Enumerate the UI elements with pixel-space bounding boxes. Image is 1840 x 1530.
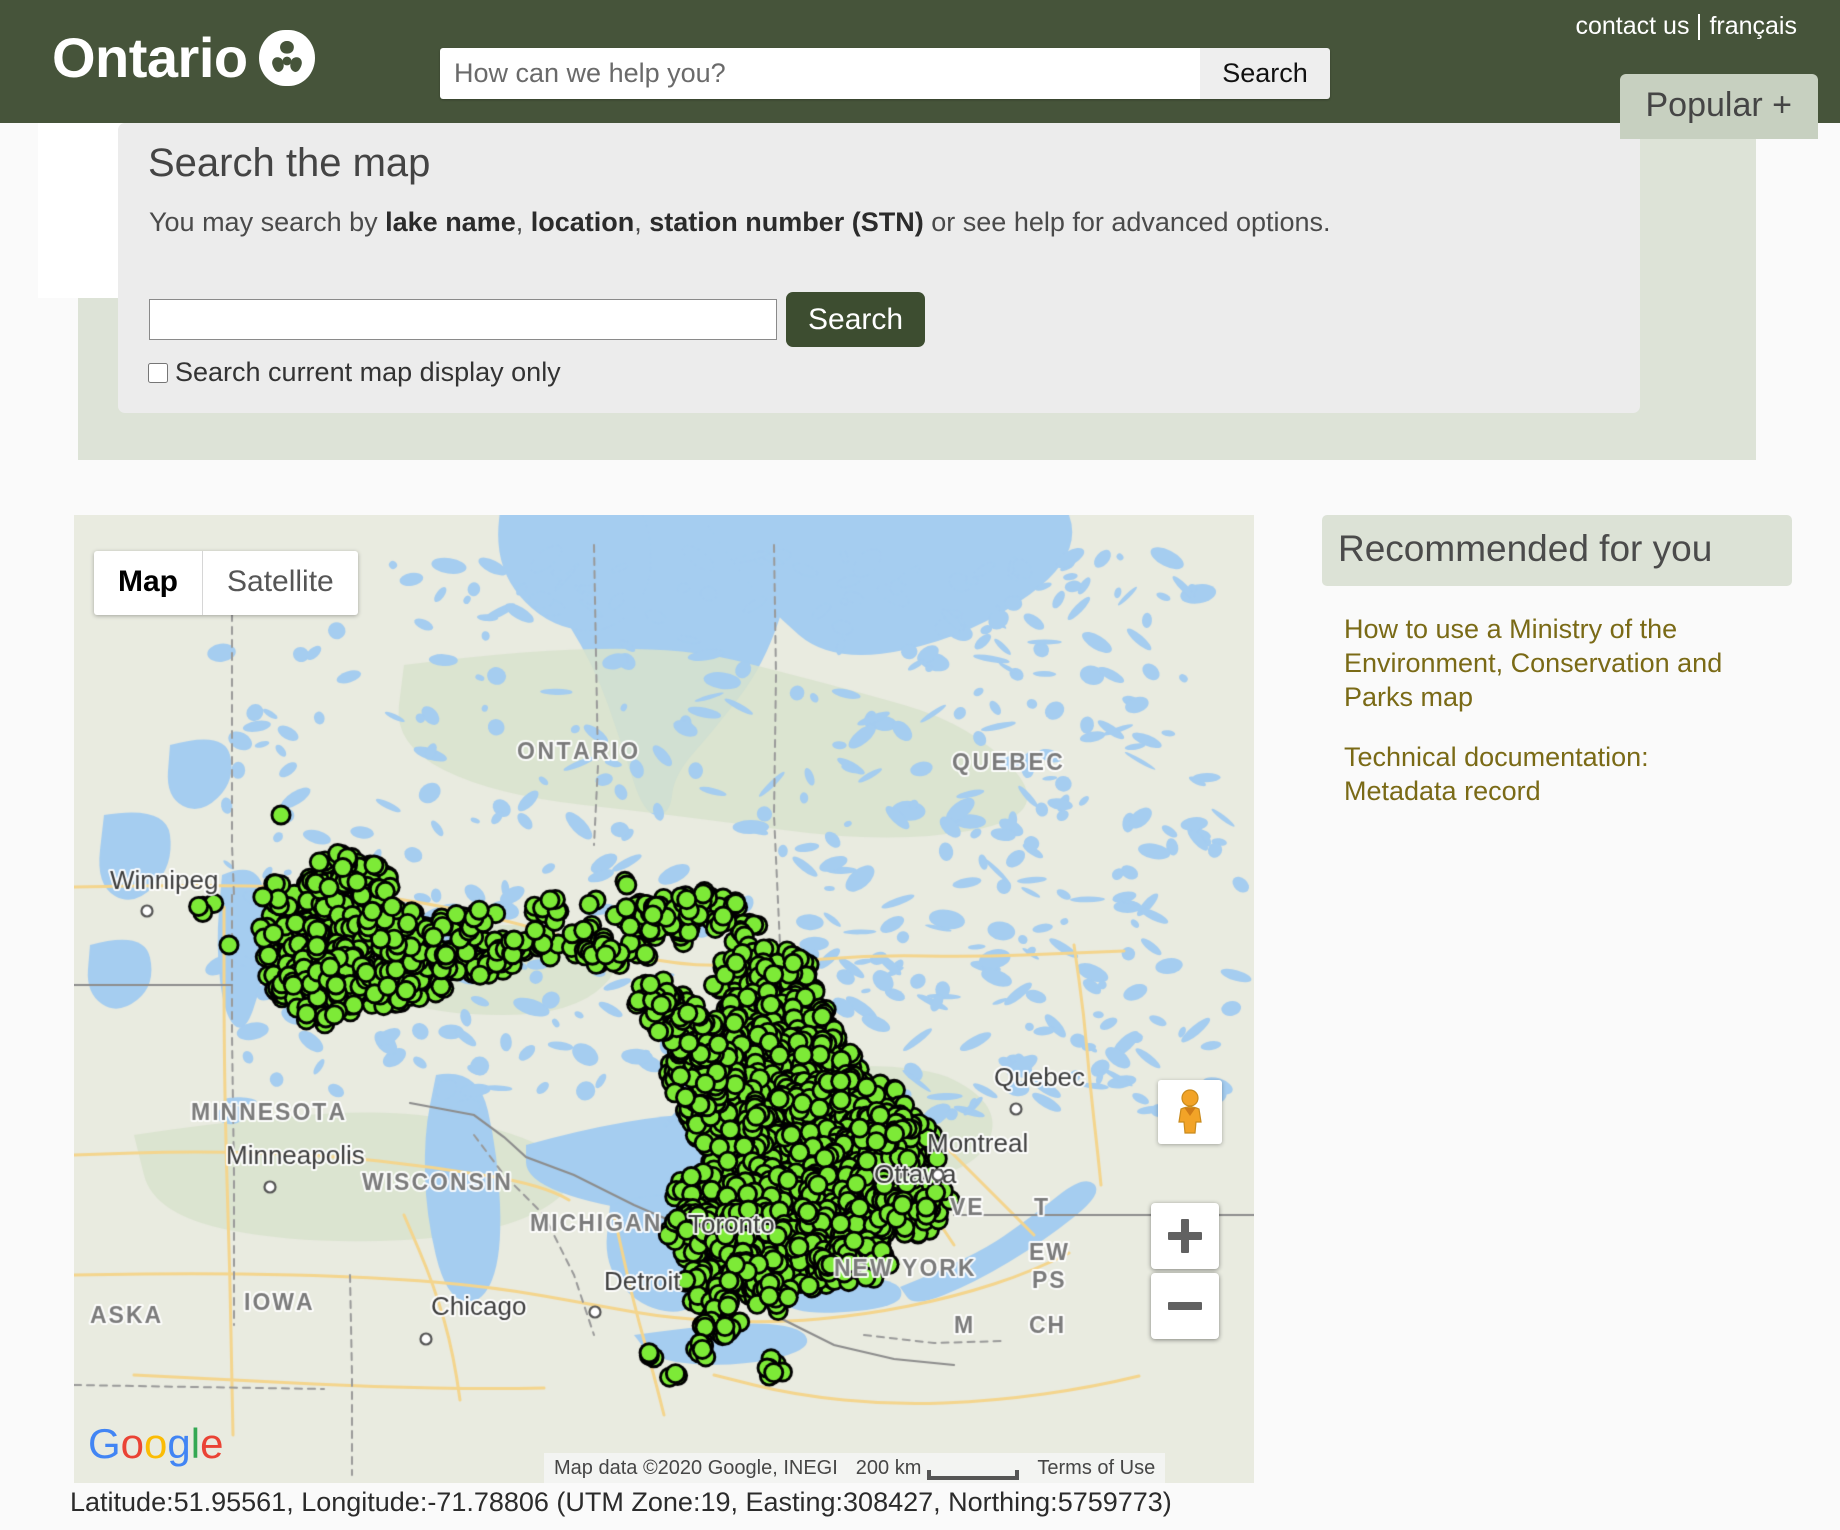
- brand-wordmark: Ontario: [52, 30, 248, 86]
- francais-link[interactable]: français: [1700, 12, 1806, 41]
- site-header: contact us français Ontario Search: [0, 0, 1840, 123]
- map-scale-label: 200 km: [856, 1457, 922, 1480]
- map-scale-bar: 200 km: [856, 1457, 1020, 1480]
- google-map[interactable]: Map Satellite Google Map data ©2020 Goog…: [74, 515, 1254, 1483]
- map-search-row: Search: [149, 299, 925, 347]
- hint-sep-1: ,: [516, 207, 531, 237]
- map-type-map-button[interactable]: Map: [94, 551, 202, 615]
- global-search-button[interactable]: Search: [1200, 48, 1330, 99]
- terms-of-use-link[interactable]: Terms of Use: [1037, 1457, 1155, 1480]
- coordinate-status-bar: Latitude:51.95561, Longitude:-71.78806 (…: [70, 1487, 1172, 1518]
- hint-station-number: station number (STN): [649, 207, 924, 237]
- hint-suffix: or see help for advanced options.: [924, 207, 1331, 237]
- search-panel-title: Search the map: [148, 141, 430, 186]
- recommended-link-0[interactable]: How to use a Ministry of the Environment…: [1344, 612, 1756, 714]
- map-type-satellite-button[interactable]: Satellite: [203, 551, 358, 615]
- global-search: Search: [440, 48, 1330, 99]
- map-attribution-bar: Map data ©2020 Google, INEGI 200 km Term…: [544, 1453, 1165, 1483]
- search-current-display-row[interactable]: Search current map display only: [148, 357, 561, 388]
- map-render-surface[interactable]: [74, 515, 1254, 1483]
- hint-prefix: You may search by: [149, 207, 385, 237]
- street-view-pegman-icon[interactable]: [1158, 1080, 1222, 1144]
- map-search-input[interactable]: [149, 299, 777, 340]
- recommended-title: Recommended for you: [1322, 515, 1792, 586]
- map-data-attribution: Map data ©2020 Google, INEGI: [554, 1457, 838, 1480]
- recommended-link-1[interactable]: Technical documentation: Metadata record: [1344, 740, 1756, 808]
- search-current-display-label: Search current map display only: [175, 357, 561, 388]
- recommended-rail: Recommended for you How to use a Ministr…: [1322, 515, 1792, 808]
- search-the-map-card: Search the map You may search by lake na…: [118, 123, 1640, 413]
- global-search-input[interactable]: [440, 48, 1200, 99]
- hint-lake-name: lake name: [385, 207, 516, 237]
- zoom-in-button[interactable]: [1151, 1203, 1219, 1269]
- map-zoom-control: [1151, 1203, 1219, 1343]
- popular-button[interactable]: Popular +: [1620, 74, 1819, 139]
- search-current-display-checkbox[interactable]: [148, 363, 168, 383]
- trillium-logo-icon: [259, 30, 315, 86]
- google-logo[interactable]: Google: [88, 1423, 238, 1469]
- map-search-button[interactable]: Search: [786, 292, 925, 347]
- search-panel-hint: You may search by lake name, location, s…: [149, 207, 1331, 238]
- ontario-brand[interactable]: Ontario: [52, 30, 315, 86]
- svg-text:Google: Google: [88, 1423, 223, 1467]
- map-type-control: Map Satellite: [94, 551, 358, 615]
- hint-location: location: [531, 207, 635, 237]
- utility-links: contact us français: [1567, 12, 1807, 41]
- plus-icon-vertical: [1181, 1219, 1189, 1253]
- zoom-out-button[interactable]: [1151, 1273, 1219, 1339]
- minus-icon: [1168, 1302, 1202, 1310]
- contact-us-link[interactable]: contact us: [1567, 12, 1699, 41]
- hint-sep-2: ,: [634, 207, 649, 237]
- map-scale-graphic: [927, 1470, 1019, 1480]
